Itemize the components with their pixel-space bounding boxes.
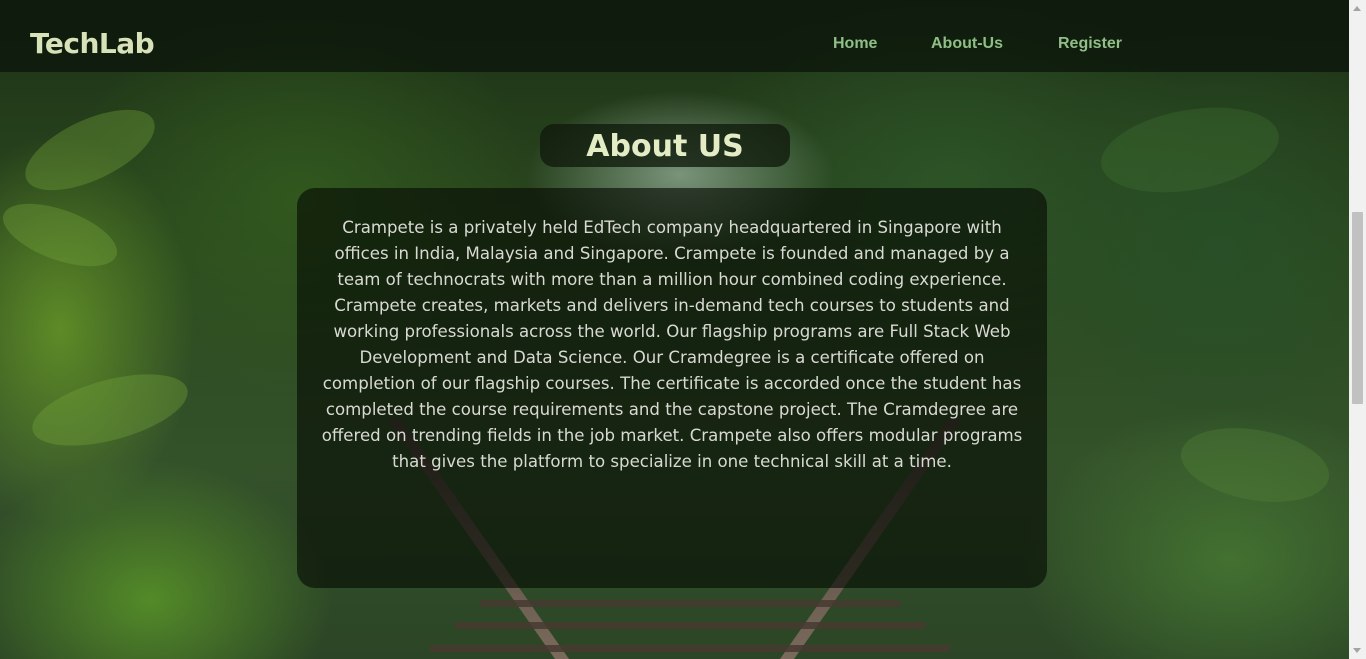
scrollbar-thumb[interactable]: [1352, 212, 1363, 404]
nav-link-about-us[interactable]: About-Us: [931, 34, 1003, 54]
rail-sleeper: [430, 645, 950, 652]
navbar: TechLab Home About-Us Register: [0, 0, 1349, 72]
brand-logo[interactable]: TechLab: [30, 27, 155, 61]
fern-leaf: [24, 360, 196, 460]
page-scrollbar[interactable]: [1349, 0, 1366, 659]
scroll-down-arrow-icon[interactable]: [1353, 648, 1361, 653]
fern-leaf: [13, 93, 167, 207]
fern-leaf: [1094, 94, 1286, 206]
fern-leaf: [1175, 417, 1335, 513]
nav-link-home[interactable]: Home: [833, 34, 877, 54]
page-title: About US: [586, 129, 744, 164]
rail-sleeper: [480, 600, 900, 607]
about-content-card: Crampete is a privately held EdTech comp…: [297, 188, 1047, 588]
about-heading-box: About US: [540, 124, 790, 167]
nav-link-register[interactable]: Register: [1058, 34, 1122, 54]
about-description: Crampete is a privately held EdTech comp…: [321, 218, 1023, 471]
fern-leaf: [0, 190, 125, 280]
rail-sleeper: [455, 622, 925, 629]
scroll-up-arrow-icon[interactable]: [1353, 6, 1361, 11]
